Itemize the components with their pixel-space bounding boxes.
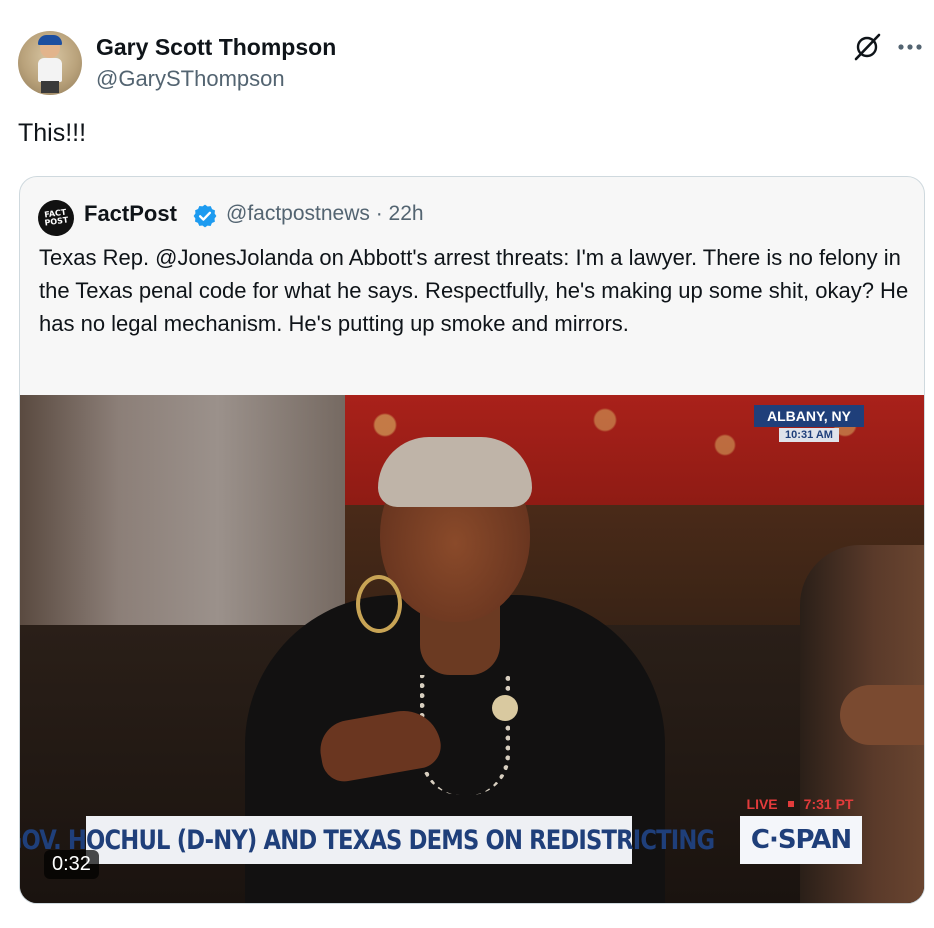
location-badge: ALBANY, NY 10:31 AM <box>754 405 864 442</box>
author-display-name[interactable]: Gary Scott Thompson <box>96 34 336 61</box>
quoted-tweet-text: Texas Rep. @JonesJolanda on Abbott's arr… <box>39 245 909 336</box>
grok-icon[interactable] <box>850 32 884 62</box>
author-handle[interactable]: @GarySThompson <box>96 66 285 92</box>
quoted-tweet-card[interactable]: FACT POST FactPost @factpostnews · 22h T… <box>19 176 925 904</box>
quoted-handle-and-time[interactable]: @factpostnews · 22h <box>226 202 424 226</box>
more-options-icon[interactable] <box>893 32 927 62</box>
video-duration: 0:32 <box>44 850 99 879</box>
video-player[interactable]: ALBANY, NY 10:31 AM LIVE 7:31 PT GOV. HO… <box>20 395 924 903</box>
live-badge: LIVE 7:31 PT <box>746 796 854 812</box>
video-chyron: GOV. HOCHUL (D-NY) AND TEXAS DEMS ON RED… <box>20 816 715 864</box>
quoted-author-avatar[interactable]: FACT POST <box>35 197 77 239</box>
tweet-text: This!!! <box>18 119 87 147</box>
verified-badge-icon <box>192 203 218 229</box>
quoted-author-display-name[interactable]: FactPost <box>84 201 177 227</box>
cspan-logo: C·SPAN <box>740 816 862 864</box>
author-avatar[interactable] <box>18 31 82 95</box>
